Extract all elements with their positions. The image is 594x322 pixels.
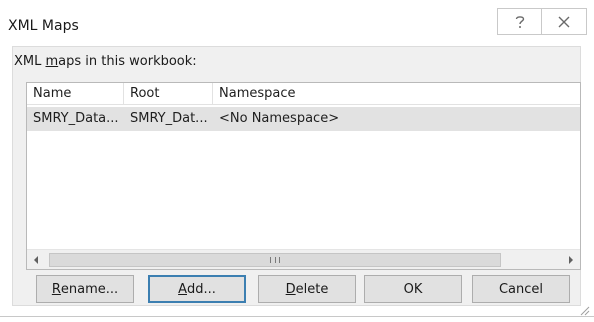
close-button[interactable] [541,8,587,35]
cell-namespace: <No Namespace> [219,111,340,126]
list-header: Name Root Namespace [27,83,580,105]
scroll-right-arrow-icon [569,256,573,264]
resize-grip-icon[interactable] [578,304,590,316]
dialog-bottom-border [0,316,594,317]
column-header-namespace[interactable]: Namespace [213,83,573,105]
dialog-title: XML Maps [8,18,79,34]
rename-button[interactable]: Rename... [36,275,134,303]
cell-name: SMRY_Data... [33,111,119,126]
scroll-left-arrow-icon [34,256,38,264]
cancel-button[interactable]: Cancel [472,275,570,303]
delete-button[interactable]: Delete [258,275,356,303]
scroll-thumb[interactable] [49,253,501,267]
scroll-thumb-grip-icon [270,257,280,263]
scroll-left-button[interactable] [27,250,45,269]
help-icon [515,15,524,28]
scroll-right-button[interactable] [562,250,580,269]
column-header-name[interactable]: Name [27,83,123,105]
ok-button[interactable]: OK [364,275,462,303]
help-button[interactable] [497,8,541,35]
add-button[interactable]: Add... [148,275,246,303]
column-header-root[interactable]: Root [124,83,212,105]
cell-root: SMRY_Dat... [130,111,208,126]
xml-maps-group-label: XML maps in this workbook: [14,54,197,69]
horizontal-scrollbar[interactable] [27,249,580,269]
list-item[interactable]: SMRY_Data... SMRY_Dat... <No Namespace> [27,107,580,131]
xml-maps-list[interactable]: Name Root Namespace SMRY_Data... SMRY_Da… [26,82,581,270]
close-icon [558,16,570,27]
xml-maps-dialog: XML Maps XML maps in this workbook: Name… [0,0,594,322]
